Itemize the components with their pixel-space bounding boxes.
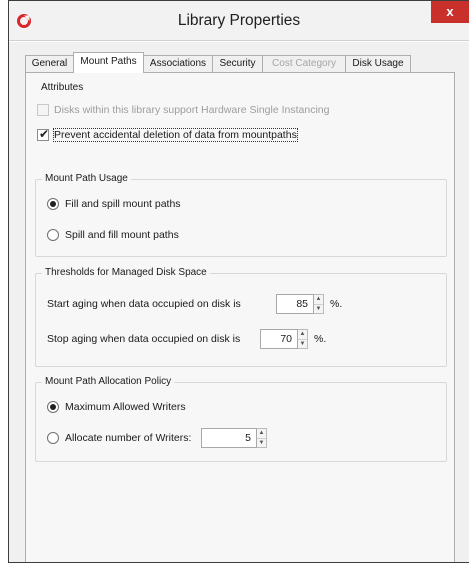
maximum-allowed-writers-radio[interactable] [47, 401, 59, 413]
tab-security[interactable]: Security [212, 55, 263, 72]
stop-aging-row: Stop aging when data occupied on disk is… [47, 329, 326, 349]
prevent-deletion-label: Prevent accidental deletion of data from… [53, 128, 298, 142]
prevent-deletion-checkbox[interactable]: ✔ [37, 127, 50, 141]
spin-up-icon[interactable]: ▲ [314, 295, 323, 305]
tab-associations[interactable]: Associations [143, 55, 213, 72]
start-aging-input[interactable]: 85 [276, 294, 314, 314]
tab-disk-usage[interactable]: Disk Usage [345, 55, 411, 72]
spill-and-fill-label: Spill and fill mount paths [65, 229, 179, 241]
mount-path-usage-title: Mount Path Usage [42, 173, 131, 184]
writers-count-spinner[interactable]: ▲ ▼ [257, 428, 267, 448]
hardware-single-instancing-label: Disks within this library support Hardwa… [54, 104, 330, 116]
title-bar: Library Properties x [9, 1, 469, 41]
hardware-single-instancing-row: Disks within this library support Hardwa… [37, 103, 329, 117]
spill-and-fill-row: Spill and fill mount paths [47, 228, 179, 242]
maximum-allowed-writers-label: Maximum Allowed Writers [65, 401, 186, 413]
allocate-writers-row: Allocate number of Writers: 5 ▲ ▼ [47, 428, 267, 448]
writers-count-input[interactable]: 5 [201, 428, 257, 448]
attributes-title: Attributes [41, 82, 84, 93]
hardware-single-instancing-checkbox[interactable] [37, 104, 49, 116]
thresholds-title: Thresholds for Managed Disk Space [42, 267, 210, 278]
fill-and-spill-radio[interactable] [47, 198, 59, 210]
fill-and-spill-row: Fill and spill mount paths [47, 197, 181, 211]
maximum-allowed-writers-row: Maximum Allowed Writers [47, 400, 186, 414]
mount-paths-panel: Attributes Disks within this library sup… [25, 72, 455, 562]
stop-aging-spinner[interactable]: ▲ ▼ [298, 329, 308, 349]
prevent-deletion-row: ✔ Prevent accidental deletion of data fr… [37, 127, 298, 142]
start-aging-row: Start aging when data occupied on disk i… [47, 294, 342, 314]
stop-aging-label: Stop aging when data occupied on disk is [47, 333, 241, 345]
tab-cost-category[interactable]: Cost Category [262, 55, 346, 72]
spill-and-fill-radio[interactable] [47, 229, 59, 241]
allocation-policy-title: Mount Path Allocation Policy [42, 376, 175, 387]
window-title: Library Properties [177, 12, 301, 29]
allocate-writers-label: Allocate number of Writers: [65, 432, 192, 444]
stop-aging-unit: %. [314, 333, 327, 345]
allocate-writers-radio[interactable] [47, 432, 59, 444]
start-aging-spinner[interactable]: ▲ ▼ [314, 294, 324, 314]
allocation-policy-group: Mount Path Allocation Policy Maximum All… [35, 376, 447, 462]
dialog-body: General Mount Paths Associations Securit… [9, 42, 469, 562]
spin-down-icon[interactable]: ▼ [298, 340, 307, 349]
start-aging-unit: %. [330, 298, 343, 310]
spin-up-icon[interactable]: ▲ [298, 330, 307, 340]
mount-path-usage-group: Mount Path Usage Fill and spill mount pa… [35, 173, 447, 257]
checkmark-icon: ✔ [39, 127, 50, 141]
radio-selected-dot [50, 404, 56, 410]
fill-and-spill-label: Fill and spill mount paths [65, 198, 181, 210]
spin-down-icon[interactable]: ▼ [314, 305, 323, 314]
stop-aging-input[interactable]: 70 [260, 329, 298, 349]
tab-mount-paths[interactable]: Mount Paths [73, 52, 144, 73]
start-aging-label: Start aging when data occupied on disk i… [47, 298, 241, 310]
close-button[interactable]: x [431, 1, 469, 23]
spin-up-icon[interactable]: ▲ [257, 429, 266, 439]
thresholds-group: Thresholds for Managed Disk Space Start … [35, 267, 447, 367]
spin-down-icon[interactable]: ▼ [257, 439, 266, 448]
library-properties-window: Library Properties x General Mount Paths… [8, 0, 469, 563]
tab-general[interactable]: General [25, 55, 74, 72]
radio-selected-dot [50, 201, 56, 207]
